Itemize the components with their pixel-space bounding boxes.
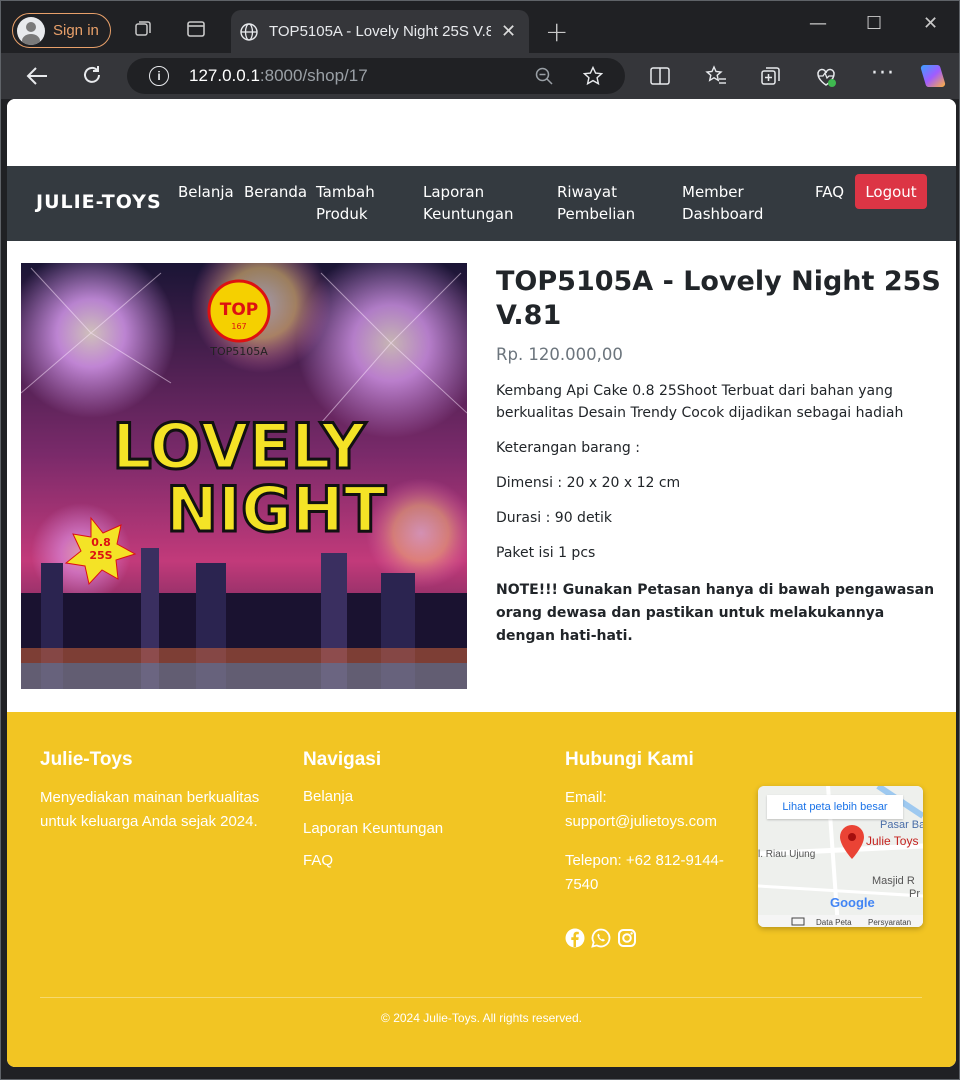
site-info-icon[interactable]: i [149,66,169,86]
sign-in-label: Sign in [53,22,99,39]
site-navbar: JULIE-TOYS Belanja Beranda Tambah Produk … [7,166,956,241]
product-info: TOP5105A - Lovely Night 25S V.81 Rp. 120… [496,263,941,648]
product-package: Paket isi 1 pcs [496,545,596,561]
image-badge-top: TOP [220,300,259,320]
tab-actions-icon[interactable] [186,19,206,39]
top-spacer [7,99,956,166]
footer-divider [40,997,922,998]
image-star-2: 25S [89,549,112,562]
product-image: TOP 167 TOP5105A LOVELY NIGHT 0.8 25S [21,263,467,689]
collections-icon[interactable] [760,65,782,87]
new-tab-icon[interactable]: + [545,15,568,48]
map-larger-link[interactable]: Lihat peta lebih besar [767,795,903,819]
workspaces-icon[interactable] [133,19,153,39]
sign-in-button[interactable]: Sign in [12,13,111,48]
image-star-1: 0.8 [91,536,111,549]
product-dimension: Dimensi : 20 x 20 x 12 cm [496,475,681,491]
map-label-masjid: Masjid R [872,875,915,887]
close-tab-icon[interactable]: ✕ [501,21,516,42]
footer-contact-heading: Hubungi Kami [565,749,694,770]
product-description: Kembang Api Cake 0.8 25Shoot Terbuat dar… [496,383,904,421]
globe-icon [240,22,258,41]
more-menu-icon[interactable]: ··· [871,61,895,86]
address-toolbar: i 127.0.0.1:8000/shop/17 ··· [1,53,959,99]
nav-beranda[interactable]: Beranda [244,181,307,203]
footer-phone: Telepon: +62 812-9144-7540 [565,852,724,893]
image-badge-num: 167 [231,322,246,331]
back-arrow-icon[interactable] [25,65,49,87]
minimize-icon[interactable]: — [809,13,827,34]
footer-email[interactable]: support@julietoys.com [565,810,717,834]
maximize-icon[interactable]: ☐ [866,13,882,34]
page-viewport: JULIE-TOYS Belanja Beranda Tambah Produk … [7,99,956,1067]
tab-strip: Sign in TOP5105A - Lovely Night 25S V.81… [1,1,959,53]
safety-note: NOTE!!! Gunakan Petasan hanya di bawah p… [496,582,935,644]
url-host: 127.0.0.1 [189,66,260,85]
instagram-icon[interactable] [617,928,637,948]
favorites-icon[interactable] [705,65,727,87]
footer-nav-heading: Navigasi [303,749,382,770]
footer-link-belanja[interactable]: Belanja [303,788,353,805]
map-google-logo: Google [830,895,875,910]
address-bar[interactable]: i 127.0.0.1:8000/shop/17 [127,58,625,94]
nav-faq[interactable]: FAQ [815,181,844,203]
avatar-icon [17,16,45,45]
nav-member-dashboard[interactable]: Member Dashboard [682,181,763,225]
nav-belanja[interactable]: Belanja [178,181,234,203]
footer-link-faq[interactable]: FAQ [303,852,333,869]
google-map-embed[interactable]: Julie Toys Pasar Ba l. Riau Ujung Masjid… [758,786,923,927]
site-brand[interactable]: JULIE-TOYS [36,191,162,213]
footer-about-text: Menyediakan mainan berkualitas untuk kel… [40,789,260,830]
browser-window: Sign in TOP5105A - Lovely Night 25S V.81… [0,0,960,1080]
favorite-star-icon[interactable] [583,66,603,86]
reload-icon[interactable] [81,64,103,86]
map-terms-label: Persyaratan [868,918,911,927]
footer-copyright: © 2024 Julie-Toys. All rights reserved. [381,1011,582,1025]
image-code: TOP5105A [209,345,268,358]
browser-essentials-icon[interactable] [814,65,838,89]
nav-laporan-keuntungan[interactable]: Laporan Keuntungan [423,181,513,225]
social-links [565,928,637,948]
facebook-icon[interactable] [565,928,585,948]
close-window-icon[interactable]: ✕ [923,13,938,34]
footer-email-label: Email: [565,789,607,806]
image-title-2: NIGHT [166,473,386,546]
footer-link-laporan[interactable]: Laporan Keuntungan [303,820,443,837]
tab-title: TOP5105A - Lovely Night 25S V.81 [269,23,491,40]
map-place-label: Julie Toys [866,834,918,848]
map-label-road: l. Riau Ujung [758,849,815,860]
nav-tambah-produk[interactable]: Tambah Produk [316,181,375,225]
logout-button[interactable]: Logout [855,174,927,209]
zoom-out-icon[interactable] [535,67,553,85]
product-title: TOP5105A - Lovely Night 25S V.81 [496,266,941,331]
active-tab[interactable]: TOP5105A - Lovely Night 25S V.81 ✕ [231,10,529,53]
details-heading: Keterangan barang : [496,440,640,456]
footer-about-heading: Julie-Toys [40,749,133,770]
site-footer: Julie-Toys Menyediakan mainan berkualita… [7,712,956,1067]
nav-riwayat-pembelian[interactable]: Riwayat Pembelian [557,181,635,225]
map-label-pr: Pr [909,888,920,900]
copilot-icon[interactable] [919,63,947,89]
url-path: :8000/shop/17 [259,66,368,85]
split-screen-icon[interactable] [649,65,671,87]
product-duration: Durasi : 90 detik [496,510,613,526]
map-data-label: Data Peta [816,918,852,927]
whatsapp-icon[interactable] [591,928,611,948]
product-price: Rp. 120.000,00 [496,345,623,364]
map-label-pasar: Pasar Ba [880,819,923,831]
